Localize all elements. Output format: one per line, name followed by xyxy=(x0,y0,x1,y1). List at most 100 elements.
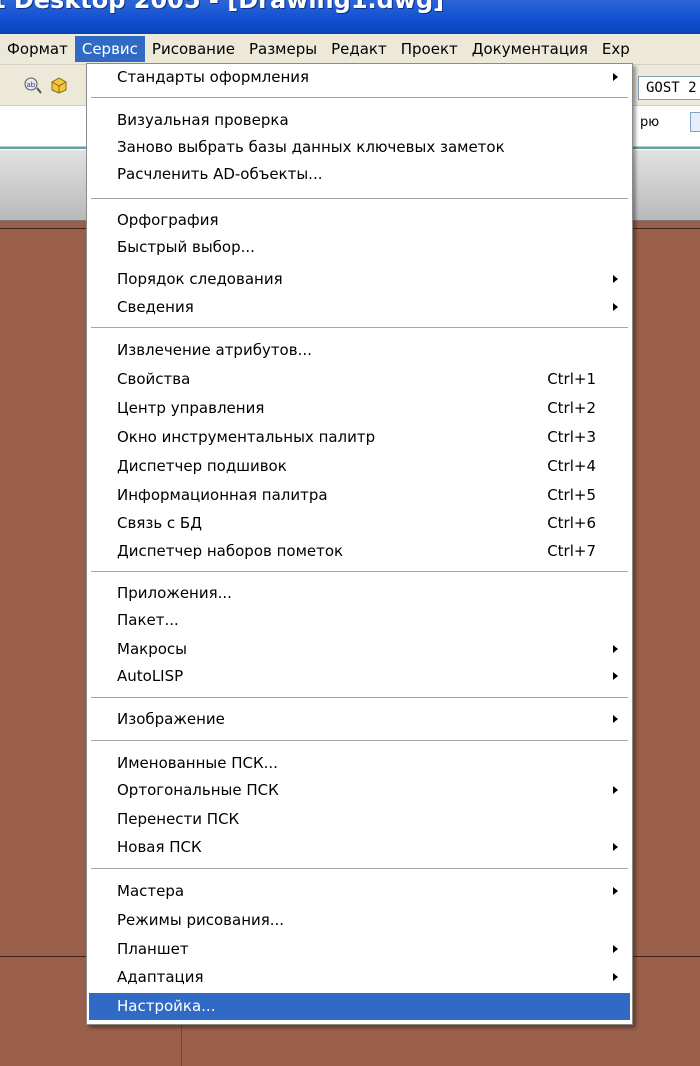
menu-item-reselect-keynote-db[interactable]: Заново выбрать базы данных ключевых заме… xyxy=(89,134,630,161)
menu-documentation[interactable]: Документация xyxy=(465,36,595,62)
menu-item-label: Пакет... xyxy=(117,611,179,629)
menu-item-shortcut: Ctrl+7 xyxy=(547,542,596,560)
menu-item-applications[interactable]: Приложения... xyxy=(89,580,630,607)
menu-format[interactable]: Формат xyxy=(0,36,75,62)
submenu-arrow-icon xyxy=(613,786,618,794)
menu-item-macros[interactable]: Макросы xyxy=(89,636,630,663)
menu-item-db-connect[interactable]: Связь с БД Ctrl+6 xyxy=(89,510,630,537)
menu-item-label: Изображение xyxy=(117,710,225,728)
menu-item-orthographic-ucs[interactable]: Ортогональные ПСК xyxy=(89,777,630,804)
submenu-arrow-icon xyxy=(613,672,618,680)
menu-item-label: Ортогональные ПСК xyxy=(117,781,279,799)
menu-bar: Формат Сервис Рисование Размеры Редакт П… xyxy=(0,34,700,65)
menu-separator xyxy=(91,97,628,99)
menu-item-label: Приложения... xyxy=(117,584,232,602)
window-title-bar[interactable]: t Desktop 2005 - [Drawing1.dwg] xyxy=(0,0,700,34)
menu-item-autolisp[interactable]: AutoLISP xyxy=(89,663,630,690)
window-title: t Desktop 2005 - [Drawing1.dwg] xyxy=(0,0,445,14)
menu-item-shortcut: Ctrl+3 xyxy=(547,428,596,446)
menu-item-drafting-settings[interactable]: Режимы рисования... xyxy=(89,907,630,934)
menu-item-attribute-extraction[interactable]: Извлечение атрибутов... xyxy=(89,337,630,364)
menu-item-inquiry[interactable]: Сведения xyxy=(89,294,630,321)
submenu-arrow-icon xyxy=(613,275,618,283)
open-drawing-icon[interactable] xyxy=(50,76,68,94)
menu-item-spelling[interactable]: Орфография xyxy=(89,207,630,234)
menu-separator xyxy=(91,327,628,329)
menu-modify[interactable]: Редакт xyxy=(324,36,394,62)
menu-item-label: Именованные ПСК... xyxy=(117,754,278,772)
menu-item-label: Свойства xyxy=(117,370,191,388)
menu-separator xyxy=(91,697,628,699)
menu-item-wizards[interactable]: Мастера xyxy=(89,878,630,905)
menu-item-label: Режимы рисования... xyxy=(117,911,285,929)
menu-item-quick-select[interactable]: Быстрый выбор... xyxy=(89,234,630,261)
submenu-arrow-icon xyxy=(613,73,618,81)
submenu-arrow-icon xyxy=(613,945,618,953)
submenu-arrow-icon xyxy=(613,645,618,653)
menu-separator xyxy=(91,198,628,200)
menu-item-label: Стандарты оформления xyxy=(117,68,310,86)
menu-item-label: Планшет xyxy=(117,940,189,958)
menu-item-shortcut: Ctrl+1 xyxy=(547,370,596,388)
menu-item-options[interactable]: Настройка... xyxy=(89,993,630,1020)
menu-item-sheet-set-manager[interactable]: Диспетчер подшивок Ctrl+4 xyxy=(89,453,630,480)
menu-item-label: Окно инструментальных палитр xyxy=(117,428,376,446)
submenu-arrow-icon xyxy=(613,715,618,723)
menu-item-label: AutoLISP xyxy=(117,667,184,685)
menu-item-label: Диспетчер подшивок xyxy=(117,457,287,475)
menu-item-label: Сведения xyxy=(117,298,194,316)
menu-item-label: Орфография xyxy=(117,211,219,229)
menu-separator xyxy=(91,740,628,742)
menu-item-customize[interactable]: Адаптация xyxy=(89,964,630,991)
menu-item-new-ucs[interactable]: Новая ПСК xyxy=(89,834,630,861)
menu-item-shortcut: Ctrl+2 xyxy=(547,399,596,417)
menu-item-shortcut: Ctrl+6 xyxy=(547,514,596,532)
menu-item-label: Мастера xyxy=(117,882,185,900)
menu-item-label: Настройка... xyxy=(117,997,216,1015)
menu-item-shortcut: Ctrl+4 xyxy=(547,457,596,475)
menu-separator xyxy=(91,571,628,573)
menu-item-label: Извлечение атрибутов... xyxy=(117,341,312,359)
menu-item-label: Макросы xyxy=(117,640,187,658)
menu-item-label: Центр управления xyxy=(117,399,265,417)
menu-item-label: Заново выбрать базы данных ключевых заме… xyxy=(117,138,505,156)
menu-item-explode-ad-objects[interactable]: Расчленить AD-объекты... xyxy=(89,161,630,188)
menu-item-tablet[interactable]: Планшет xyxy=(89,936,630,963)
toolbar-partial-label: рю xyxy=(640,115,660,130)
service-menu-dropdown: Стандарты оформления Визуальная проверка… xyxy=(86,63,633,1025)
menu-item-drafting-standards[interactable]: Стандарты оформления xyxy=(89,64,630,91)
menu-draw[interactable]: Рисование xyxy=(145,36,242,62)
menu-item-named-ucs[interactable]: Именованные ПСК... xyxy=(89,750,630,777)
menu-item-markup-set-manager[interactable]: Диспетчер наборов пометок Ctrl+7 xyxy=(89,538,630,565)
menu-item-move-ucs[interactable]: Перенести ПСК xyxy=(89,806,630,833)
layer-dropdown-edge[interactable] xyxy=(690,112,700,132)
menu-item-shortcut: Ctrl+5 xyxy=(547,486,596,504)
menu-item-design-center[interactable]: Центр управления Ctrl+2 xyxy=(89,395,630,422)
menu-item-label: Адаптация xyxy=(117,968,204,986)
menu-service[interactable]: Сервис xyxy=(74,36,145,62)
menu-item-label: Новая ПСК xyxy=(117,838,202,856)
spellcheck-icon[interactable]: ab xyxy=(24,76,42,94)
menu-item-info-palette[interactable]: Информационная палитра Ctrl+5 xyxy=(89,482,630,509)
menu-item-label: Перенести ПСК xyxy=(117,810,240,828)
menu-item-label: Связь с БД xyxy=(117,514,202,532)
menu-item-batch[interactable]: Пакет... xyxy=(89,607,630,634)
menu-project[interactable]: Проект xyxy=(394,36,465,62)
svg-text:ab: ab xyxy=(27,81,36,89)
menu-item-label: Порядок следования xyxy=(117,270,283,288)
menu-dimensions[interactable]: Размеры xyxy=(242,36,324,62)
menu-item-image[interactable]: Изображение xyxy=(89,706,630,733)
menu-item-draw-order[interactable]: Порядок следования xyxy=(89,266,630,293)
menu-item-label: Быстрый выбор... xyxy=(117,238,255,256)
menu-item-properties[interactable]: Свойства Ctrl+1 xyxy=(89,366,630,393)
menu-item-tool-palettes[interactable]: Окно инструментальных палитр Ctrl+3 xyxy=(89,424,630,451)
menu-item-label: Информационная палитра xyxy=(117,486,328,504)
menu-item-label: Расчленить AD-объекты... xyxy=(117,165,323,183)
menu-express[interactable]: Exp xyxy=(595,36,637,62)
menu-item-visual-check[interactable]: Визуальная проверка xyxy=(89,107,630,134)
text-style-select[interactable]: GOST 2 xyxy=(638,76,700,100)
menu-item-label: Диспетчер наборов пометок xyxy=(117,542,344,560)
menu-separator xyxy=(91,868,628,870)
menu-item-label: Визуальная проверка xyxy=(117,111,289,129)
submenu-arrow-icon xyxy=(613,843,618,851)
